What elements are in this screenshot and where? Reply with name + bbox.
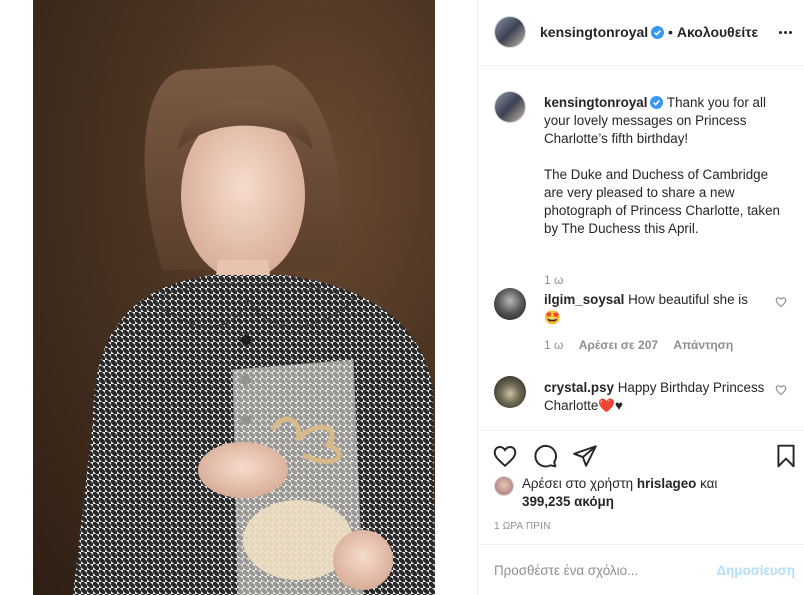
comments-section[interactable]: kensingtonroyal Thank you for all your l… bbox=[478, 67, 804, 429]
save-bookmark-icon[interactable] bbox=[773, 443, 799, 469]
post-header: kensingtonroyal • Ακολουθείτε bbox=[478, 0, 804, 66]
comment-emoji: 🤩 bbox=[544, 310, 561, 325]
commenter-avatar[interactable] bbox=[494, 288, 526, 320]
likes-prefix: Αρέσει στο χρήστη bbox=[522, 476, 634, 491]
post-actions: Αρέσει στο χρήστη hrislageo και 399,235 … bbox=[478, 430, 804, 545]
comment-emoji: ❤️♥ bbox=[598, 398, 623, 413]
likes-middle: και bbox=[700, 476, 718, 491]
caption-text: kensingtonroyal Thank you for all your l… bbox=[544, 94, 780, 256]
caption-username[interactable]: kensingtonroyal bbox=[544, 95, 647, 110]
commenter-username[interactable]: ilgim_soysal bbox=[544, 292, 624, 307]
comment-like-heart-icon[interactable] bbox=[775, 296, 787, 308]
comment-likes[interactable]: Αρέσει σε 207 bbox=[579, 338, 658, 352]
post-photo-illustration bbox=[73, 65, 435, 595]
like-heart-icon[interactable] bbox=[492, 443, 518, 469]
more-options-icon[interactable] bbox=[775, 22, 795, 42]
caption-timestamp[interactable]: 1 ω bbox=[544, 273, 563, 287]
reply-button[interactable]: Απάντηση bbox=[673, 338, 733, 352]
comment-timestamp[interactable]: 1 ω bbox=[544, 338, 563, 352]
comment-like-heart-icon[interactable] bbox=[775, 384, 787, 396]
commenter-avatar[interactable] bbox=[494, 376, 526, 408]
liker-username[interactable]: hrislageo bbox=[637, 476, 697, 491]
likes-count[interactable]: 399,235 ακόμη bbox=[522, 494, 614, 509]
header-separator: • bbox=[668, 24, 673, 40]
caption-paragraph-2: The Duke and Duchess of Cambridge are ve… bbox=[544, 167, 780, 236]
comment-bubble-icon[interactable] bbox=[532, 443, 558, 469]
likes-text: Αρέσει στο χρήστη hrislageo και 399,235 … bbox=[522, 475, 772, 511]
header-text: kensingtonroyal • Ακολουθείτε bbox=[540, 24, 758, 40]
commenter-username[interactable]: crystal.psy bbox=[544, 380, 614, 395]
comment-text: ilgim_soysal How beautiful she is 🤩 bbox=[544, 291, 769, 327]
post-photo[interactable] bbox=[33, 0, 435, 595]
liker-avatar[interactable] bbox=[494, 476, 514, 496]
comment-meta: 1 ω Αρέσει σε 207 Απάντηση bbox=[544, 338, 745, 352]
caption-avatar[interactable] bbox=[494, 91, 526, 123]
add-comment-bar: Δημοσίευση bbox=[478, 544, 804, 595]
share-paper-plane-icon[interactable] bbox=[572, 443, 598, 469]
comment-input[interactable] bbox=[494, 559, 704, 581]
author-avatar[interactable] bbox=[494, 16, 526, 48]
post-timestamp[interactable]: 1 ΩΡΑ ΠΡΙΝ bbox=[494, 521, 551, 532]
post-side-panel: kensingtonroyal • Ακολουθείτε kensington… bbox=[477, 0, 804, 595]
author-username[interactable]: kensingtonroyal bbox=[540, 24, 648, 40]
comment-body: How beautiful she is bbox=[628, 292, 748, 307]
verified-badge-icon bbox=[650, 96, 664, 109]
post-comment-button[interactable]: Δημοσίευση bbox=[716, 563, 795, 578]
comment-text: crystal.psy Happy Birthday Princess Char… bbox=[544, 379, 769, 415]
post-photo-area bbox=[0, 0, 477, 595]
verified-badge-icon bbox=[651, 26, 665, 39]
following-button[interactable]: Ακολουθείτε bbox=[677, 24, 758, 40]
